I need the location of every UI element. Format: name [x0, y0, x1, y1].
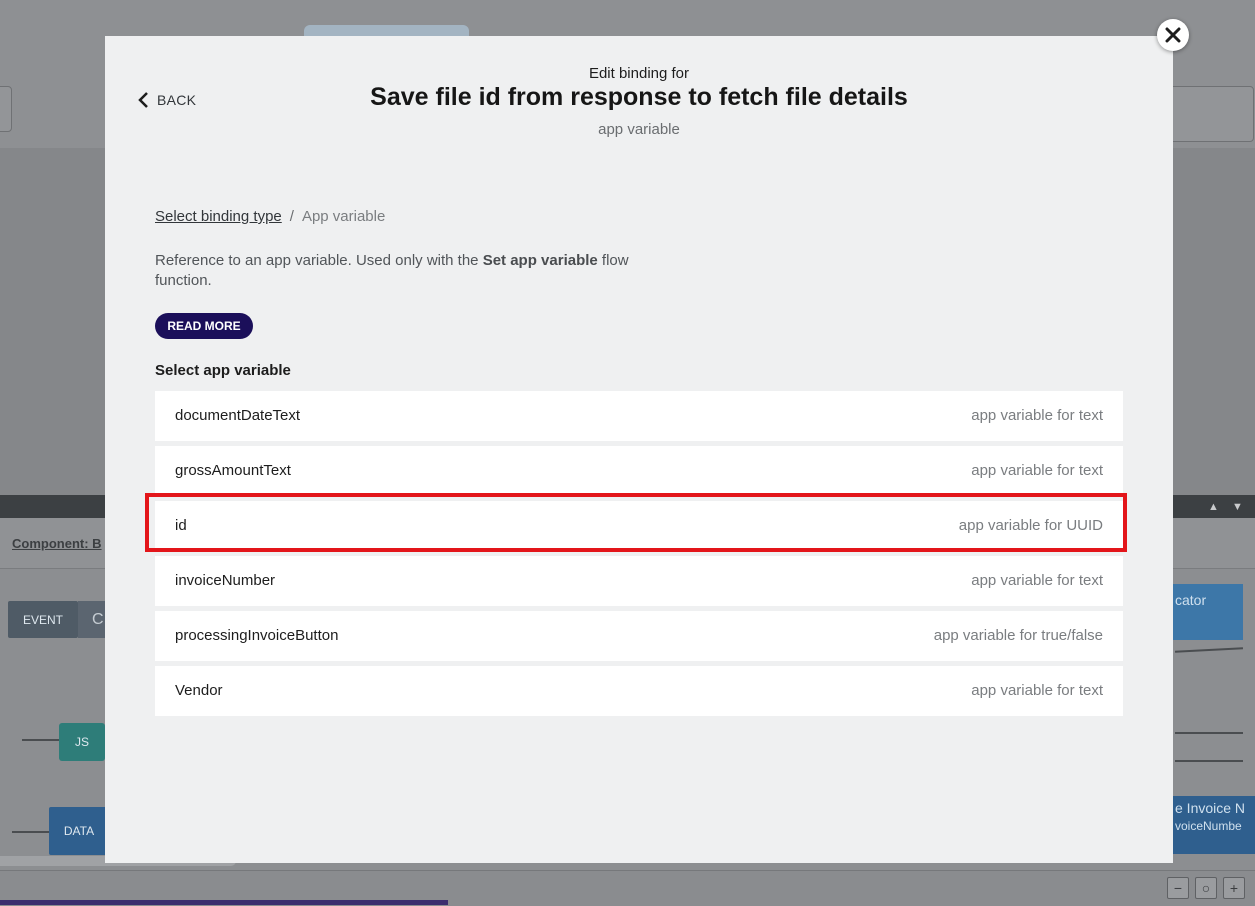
flow-node: cator — [1165, 584, 1243, 640]
connector-line — [1175, 732, 1243, 734]
connector-line — [12, 831, 49, 833]
binding-description: Reference to an app variable. Used only … — [155, 251, 655, 291]
variable-type: app variable for true/false — [933, 627, 1103, 644]
background-field — [1160, 86, 1254, 142]
connector-line — [1174, 647, 1244, 653]
connector-line — [1175, 760, 1243, 762]
zoom-in-button[interactable]: + — [1223, 877, 1245, 899]
variable-name: processingInvoiceButton — [175, 627, 339, 644]
event-node: EVENT — [8, 601, 78, 638]
zoom-out-button[interactable]: − — [1167, 877, 1189, 899]
variable-name: documentDateText — [175, 407, 301, 424]
flow-node-title: e Invoice N — [1175, 800, 1246, 816]
chevron-down-icon: ▼ — [1232, 501, 1243, 513]
variable-type: app variable for text — [971, 462, 1103, 479]
zoom-reset-button[interactable]: ○ — [1195, 877, 1217, 899]
background-field — [0, 86, 12, 132]
breadcrumb-separator: / — [289, 208, 294, 225]
breadcrumb-link-binding-type[interactable]: Select binding type — [155, 208, 282, 225]
variable-row[interactable]: invoiceNumber app variable for text — [155, 556, 1123, 606]
progress-bar — [0, 900, 448, 905]
variable-name: grossAmountText — [175, 462, 291, 479]
variable-row[interactable]: processingInvoiceButton app variable for… — [155, 611, 1123, 661]
variable-type: app variable for text — [971, 407, 1103, 424]
read-more-button[interactable]: READ MORE — [155, 313, 253, 339]
description-text: Reference to an app variable. Used only … — [155, 252, 483, 269]
component-label: Component: B — [12, 536, 102, 551]
description-bold: Set app variable — [482, 252, 598, 269]
data-node: DATA — [49, 807, 109, 855]
variable-name: invoiceNumber — [175, 572, 276, 589]
chevron-up-icon: ▲ — [1208, 501, 1219, 513]
variable-row[interactable]: Vendor app variable for text — [155, 666, 1123, 716]
dialog-pretitle: Edit binding for — [588, 65, 690, 82]
select-variable-label: Select app variable — [155, 362, 291, 379]
variable-type: app variable for UUID — [958, 517, 1103, 534]
close-button[interactable] — [1157, 19, 1189, 51]
variable-type: app variable for text — [971, 572, 1103, 589]
js-node: JS — [59, 723, 105, 761]
variable-list: documentDateText app variable for text g… — [155, 391, 1123, 721]
variable-name: id — [175, 517, 187, 534]
flow-node-subtitle: voiceNumbe — [1175, 819, 1242, 833]
close-icon — [1165, 27, 1181, 43]
variable-type: app variable for text — [971, 682, 1103, 699]
connector-line — [22, 739, 59, 741]
variable-name: Vendor — [175, 682, 223, 699]
flow-node: e Invoice N voiceNumbe — [1165, 796, 1255, 854]
breadcrumb-current: App variable — [301, 208, 386, 225]
dialog-subtitle: app variable — [598, 121, 680, 138]
variable-row-selected[interactable]: id app variable for UUID — [155, 501, 1123, 551]
variable-row[interactable]: documentDateText app variable for text — [155, 391, 1123, 441]
dialog-title: Save file id from response to fetch file… — [370, 83, 908, 111]
variable-row[interactable]: grossAmountText app variable for text — [155, 446, 1123, 496]
breadcrumb: Select binding type / App variable — [155, 208, 385, 225]
